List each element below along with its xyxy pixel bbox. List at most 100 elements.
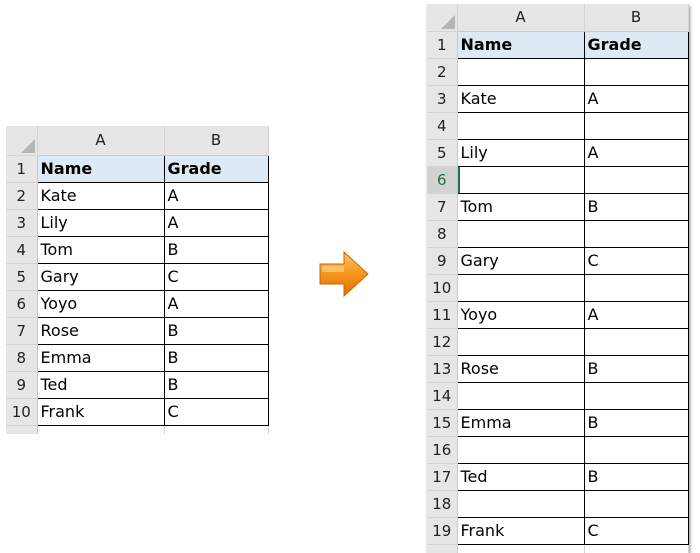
row-header[interactable]: 2 bbox=[6, 182, 38, 210]
row-header[interactable]: 5 bbox=[6, 263, 38, 291]
name-cell[interactable]: Yoyo bbox=[456, 300, 585, 329]
grade-cell[interactable]: C bbox=[583, 246, 689, 275]
row-header[interactable]: 2 bbox=[427, 58, 458, 86]
grade-cell[interactable]: B bbox=[163, 316, 269, 345]
row-header[interactable]: 7 bbox=[427, 193, 458, 221]
grade-cell[interactable]: Grade bbox=[583, 30, 689, 59]
select-all-corner[interactable] bbox=[427, 4, 458, 32]
name-cell[interactable] bbox=[456, 327, 585, 356]
grade-cell[interactable]: A bbox=[163, 289, 269, 318]
grade-cell[interactable]: B bbox=[583, 354, 689, 383]
column-header-b[interactable]: B bbox=[584, 4, 689, 32]
row-header[interactable]: 8 bbox=[6, 344, 38, 372]
grade-cell[interactable] bbox=[583, 165, 689, 194]
name-cell[interactable] bbox=[456, 273, 585, 302]
table-row: 8 bbox=[427, 219, 689, 248]
row-header[interactable]: 10 bbox=[6, 398, 38, 426]
name-cell[interactable]: Name bbox=[36, 154, 165, 183]
name-cell[interactable] bbox=[456, 489, 585, 518]
name-cell[interactable]: Emma bbox=[456, 408, 585, 437]
name-cell[interactable]: Rose bbox=[456, 354, 585, 383]
grade-cell[interactable]: A bbox=[583, 300, 689, 329]
grade-cell[interactable]: A bbox=[163, 181, 269, 210]
partial-cell bbox=[456, 544, 585, 553]
row-header[interactable]: 17 bbox=[427, 463, 458, 491]
row-header[interactable]: 7 bbox=[6, 317, 38, 345]
column-header-a[interactable]: A bbox=[457, 4, 585, 32]
row-header[interactable]: 12 bbox=[427, 328, 458, 356]
name-cell[interactable] bbox=[456, 165, 585, 194]
grade-cell[interactable]: C bbox=[163, 397, 269, 426]
column-header-a[interactable]: A bbox=[37, 126, 165, 156]
table-row: 19 Frank C bbox=[427, 516, 689, 545]
row-header[interactable]: 3 bbox=[6, 209, 38, 237]
row-header[interactable]: 13 bbox=[427, 355, 458, 383]
row-header[interactable]: 9 bbox=[427, 247, 458, 275]
grade-cell[interactable]: B bbox=[583, 192, 689, 221]
grade-cell[interactable]: B bbox=[583, 408, 689, 437]
grade-cell[interactable] bbox=[583, 435, 689, 464]
column-header-b[interactable]: B bbox=[164, 126, 269, 156]
table-row: 13 Rose B bbox=[427, 354, 689, 383]
row-header[interactable]: 10 bbox=[427, 274, 458, 302]
row-header[interactable]: 1 bbox=[427, 31, 458, 59]
name-cell[interactable] bbox=[456, 435, 585, 464]
name-cell[interactable]: Gary bbox=[36, 262, 165, 291]
grade-cell[interactable]: Grade bbox=[163, 154, 269, 183]
name-cell[interactable]: Tom bbox=[36, 235, 165, 264]
table-row: 3 Kate A bbox=[427, 84, 689, 113]
row-header[interactable]: 16 bbox=[427, 436, 458, 464]
row-header[interactable]: 4 bbox=[6, 236, 38, 264]
grade-cell[interactable] bbox=[583, 57, 689, 86]
name-cell[interactable] bbox=[456, 57, 585, 86]
row-header[interactable]: 9 bbox=[6, 371, 38, 399]
name-cell[interactable]: Frank bbox=[456, 516, 585, 545]
row-header[interactable]: 18 bbox=[427, 490, 458, 518]
row-header[interactable]: 3 bbox=[427, 85, 458, 113]
name-cell[interactable] bbox=[456, 219, 585, 248]
table-row: 6 bbox=[427, 165, 689, 194]
grade-cell[interactable] bbox=[583, 489, 689, 518]
row-header[interactable]: 14 bbox=[427, 382, 458, 410]
row-header[interactable]: 11 bbox=[427, 301, 458, 329]
name-cell[interactable]: Ted bbox=[456, 462, 585, 491]
row-header[interactable]: 6 bbox=[6, 290, 38, 318]
name-cell[interactable] bbox=[456, 381, 585, 410]
grade-cell[interactable] bbox=[583, 273, 689, 302]
row-header[interactable]: 15 bbox=[427, 409, 458, 437]
name-cell[interactable]: Rose bbox=[36, 316, 165, 345]
name-cell[interactable]: Tom bbox=[456, 192, 585, 221]
grade-cell[interactable]: B bbox=[163, 370, 269, 399]
grade-cell[interactable] bbox=[583, 111, 689, 140]
grade-cell[interactable]: B bbox=[163, 235, 269, 264]
name-cell[interactable]: Ted bbox=[36, 370, 165, 399]
row-header[interactable]: 5 bbox=[427, 139, 458, 167]
grade-cell[interactable]: B bbox=[163, 343, 269, 372]
row-header[interactable]: 19 bbox=[427, 517, 458, 545]
name-cell[interactable]: Frank bbox=[36, 397, 165, 426]
grade-cell[interactable] bbox=[583, 219, 689, 248]
table-row: 12 bbox=[427, 327, 689, 356]
grade-cell[interactable]: A bbox=[583, 84, 689, 113]
name-cell[interactable]: Kate bbox=[36, 181, 165, 210]
grade-cell[interactable] bbox=[583, 381, 689, 410]
name-cell[interactable]: Yoyo bbox=[36, 289, 165, 318]
row-header[interactable]: 1 bbox=[6, 155, 38, 183]
row-header[interactable]: 8 bbox=[427, 220, 458, 248]
name-cell[interactable]: Kate bbox=[456, 84, 585, 113]
row-header[interactable]: 4 bbox=[427, 112, 458, 140]
grade-cell[interactable]: A bbox=[583, 138, 689, 167]
name-cell[interactable] bbox=[456, 111, 585, 140]
grade-cell[interactable]: A bbox=[163, 208, 269, 237]
name-cell[interactable]: Lily bbox=[456, 138, 585, 167]
grade-cell[interactable] bbox=[583, 327, 689, 356]
name-cell[interactable]: Lily bbox=[36, 208, 165, 237]
grade-cell[interactable]: C bbox=[583, 516, 689, 545]
name-cell[interactable]: Emma bbox=[36, 343, 165, 372]
grade-cell[interactable]: C bbox=[163, 262, 269, 291]
select-all-corner[interactable] bbox=[6, 126, 38, 156]
name-cell[interactable]: Name bbox=[456, 30, 585, 59]
name-cell[interactable]: Gary bbox=[456, 246, 585, 275]
grade-cell[interactable]: B bbox=[583, 462, 689, 491]
row-header[interactable]: 6 bbox=[427, 166, 458, 194]
